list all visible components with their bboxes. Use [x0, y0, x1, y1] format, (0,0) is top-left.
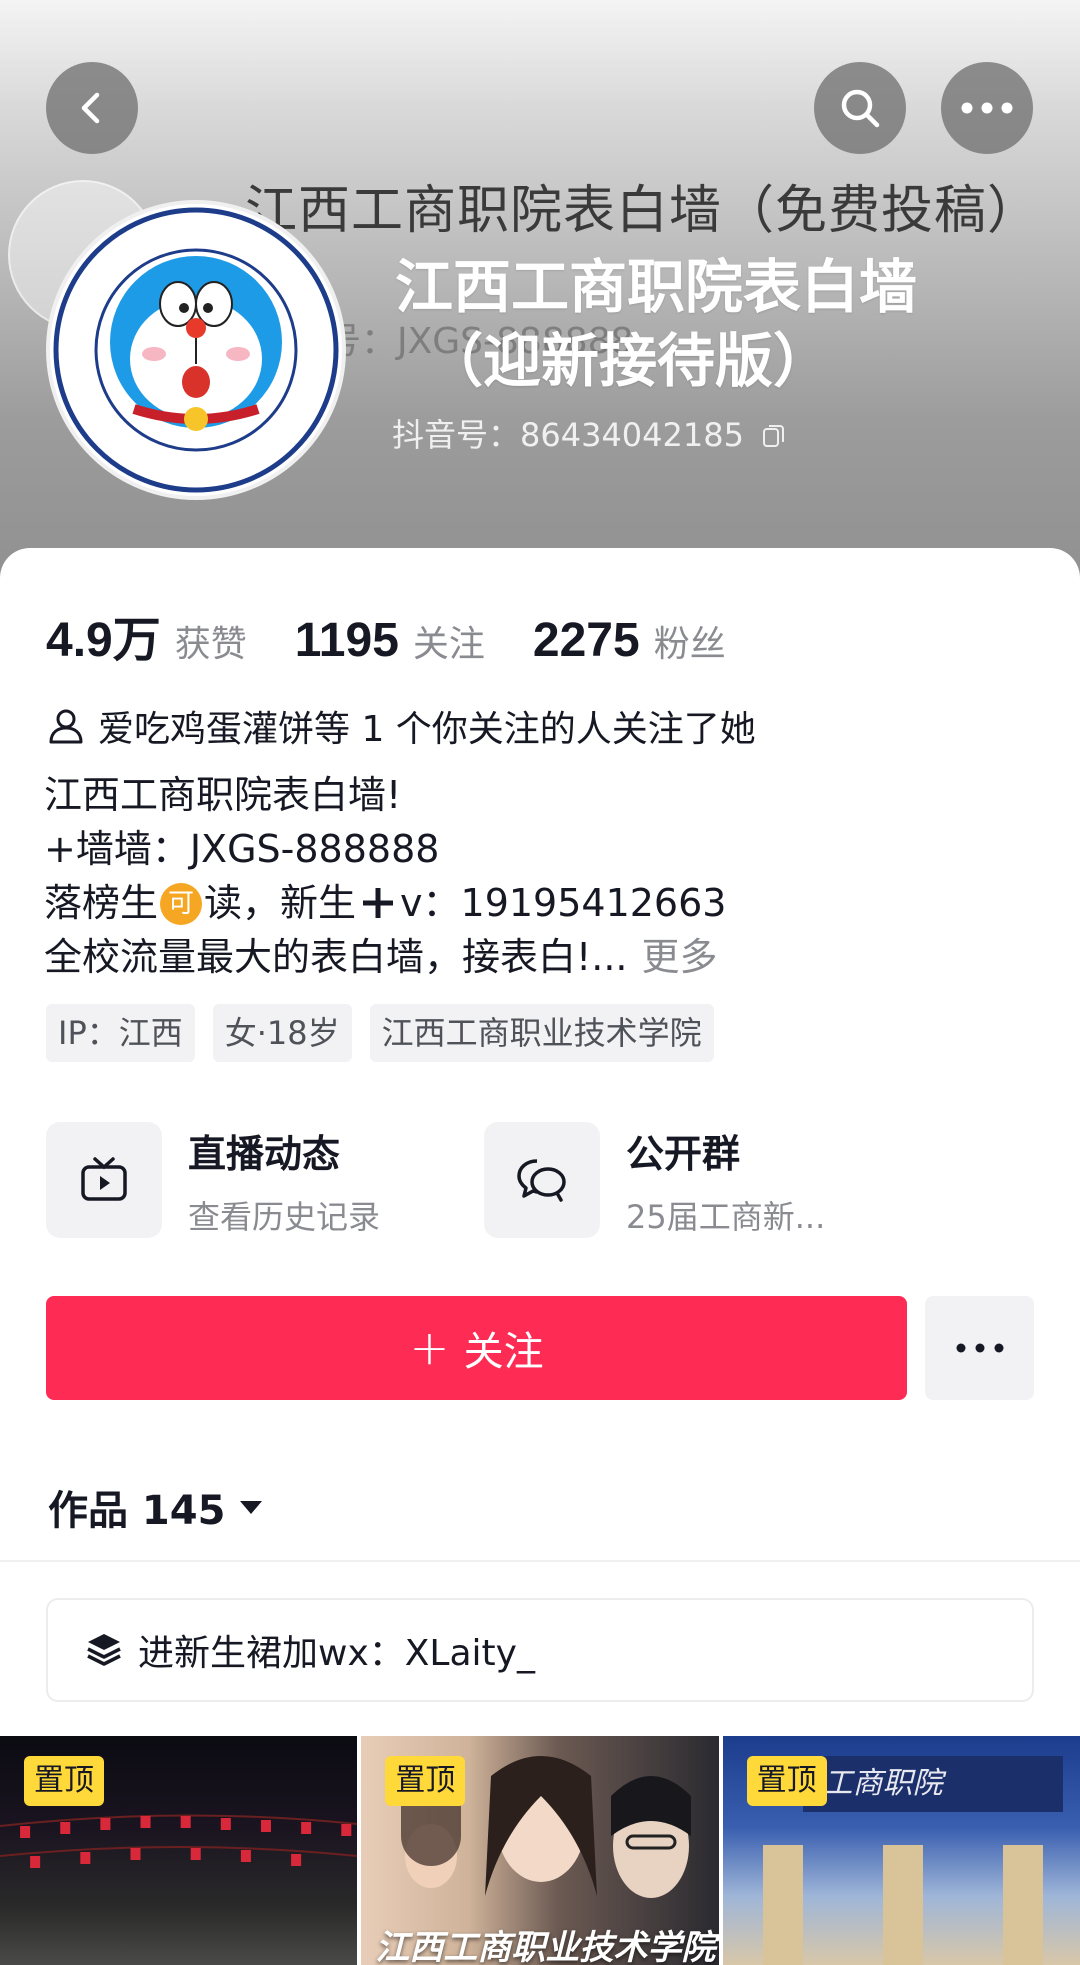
bio-line-3-c: v：19195412663 [400, 881, 727, 925]
pinned-badge: 置顶 [385, 1756, 466, 1806]
likes-label: 获赞 [174, 624, 247, 665]
tv-icon [81, 1157, 127, 1201]
layers-icon [87, 1634, 121, 1666]
douyin-id-text: 抖音号：86434042185 [392, 416, 744, 454]
mutual-follow-text: 爱吃鸡蛋灌饼等 1 个你关注的人关注了她 [98, 709, 756, 750]
cover-ghost-title: 江西工商职院表白墙（免费投稿） [245, 181, 1041, 241]
public-group-entry[interactable]: 公开群 25届工商新... [484, 1122, 825, 1238]
following-count[interactable]: 1195 [295, 613, 399, 668]
caret-down-icon [240, 1501, 263, 1514]
avatar[interactable] [46, 200, 346, 500]
more-options-button[interactable] [941, 62, 1033, 154]
profile-name-line2: （迎新接待版） [425, 327, 832, 395]
video-caption: 江西工商职业技术学院 [375, 1928, 716, 1965]
mutual-follow-row[interactable]: 爱吃鸡蛋灌饼等 1 个你关注的人关注了她 [46, 700, 756, 752]
search-button[interactable] [814, 62, 906, 154]
live-entry-subtitle: 查看历史记录 [188, 1197, 381, 1236]
bio[interactable]: 江西工商职院表白墙! +墙墙：JXGS-888888 落榜生可读，新生 v：191… [44, 768, 726, 984]
video-grid: 置顶 置顶 江西工商职业技术学院 工商职院 置顶 [0, 1736, 1080, 1965]
likes-count: 4.9万 [46, 614, 161, 667]
follow-more-button[interactable] [925, 1296, 1034, 1400]
bio-line-3-b: 读，新生 [204, 881, 357, 925]
profile-card: 4.9万 获赞 1195 关注 2275 粉丝 爱吃鸡蛋灌饼等 1 个你关注的人… [0, 548, 1080, 1965]
gate-pillar [882, 1845, 923, 1965]
pinned-badge: 置顶 [746, 1756, 827, 1806]
pinned-notice-text: 进新生裙加wx：XLaity_ [138, 1633, 535, 1674]
group-entry-subtitle: 25届工商新... [626, 1197, 826, 1236]
follow-button[interactable]: + 关注 [46, 1296, 907, 1400]
gate-pillar [762, 1845, 803, 1965]
following-label[interactable]: 关注 [413, 615, 485, 667]
profile-name: 江西工商职院表白墙 （迎新接待版） [395, 250, 995, 398]
avatar-logo-image [53, 207, 339, 493]
follow-plus-icon: + [409, 1320, 450, 1376]
gate-pillar [1002, 1845, 1043, 1965]
lanterns-image [0, 1814, 358, 1868]
tab-works[interactable]: 作品 145 [48, 1478, 263, 1536]
plus-emoji-icon [363, 888, 394, 918]
bio-line-4-text: 全校流量最大的表白墙，接表白!... [44, 935, 628, 979]
bio-line-2: +墙墙：JXGS-888888 [44, 827, 440, 871]
bio-line-3-a: 落榜生 [44, 881, 159, 925]
tv-icon-box [46, 1122, 162, 1238]
back-button[interactable] [46, 62, 138, 154]
more-dots-icon [961, 102, 1013, 114]
bio-line-3: 落榜生可读，新生 v：19195412663 [44, 876, 726, 930]
chat-icon-box [484, 1122, 600, 1238]
emoji-badge: 可 [160, 883, 203, 925]
douyin-id[interactable]: 抖音号：86434042185 [392, 410, 786, 456]
divider [0, 1560, 1080, 1562]
more-dots-icon [956, 1343, 1003, 1353]
follow-button-label: 关注 [463, 1329, 544, 1375]
search-icon [841, 89, 880, 128]
profile-tags: IP：江西 女·18岁 江西工商职业技术学院 [46, 1004, 714, 1062]
copy-icon[interactable] [762, 423, 786, 449]
works-tab-label: 作品 145 [48, 1488, 226, 1534]
video-thumbnail[interactable]: 工商职院 置顶 [722, 1736, 1080, 1965]
live-history-entry[interactable]: 直播动态 查看历史记录 [46, 1122, 380, 1238]
bio-line-4: 全校流量最大的表白墙，接表白!... 更多 [44, 930, 726, 984]
chevron-left-icon [81, 92, 100, 124]
group-entry-title: 公开群 [626, 1131, 741, 1176]
video-thumbnail[interactable]: 置顶 [0, 1736, 358, 1965]
pinned-notice[interactable]: 进新生裙加wx：XLaity_ [46, 1598, 1034, 1702]
video-thumbnail[interactable]: 置顶 江西工商职业技术学院 [361, 1736, 719, 1965]
gate-sign: 工商职院 [802, 1756, 1063, 1812]
bio-line-1: 江西工商职院表白墙! [44, 773, 402, 817]
group-chat-icon [517, 1159, 566, 1202]
person-icon [49, 709, 83, 744]
tag-school[interactable]: 江西工商职业技术学院 [369, 1004, 714, 1062]
pinned-badge: 置顶 [24, 1756, 104, 1806]
profile-cover: 江西工商职院表白墙（免费投稿） 号：JXGS-888888 江西工商职院表白墙 … [0, 0, 1080, 600]
stats-row: 4.9万 获赞 1195 关注 2275 粉丝 [46, 600, 726, 670]
bio-more-link[interactable]: 更多 [641, 935, 717, 979]
tag-gender-age: 女·18岁 [212, 1004, 352, 1062]
followers-count[interactable]: 2275 [533, 613, 640, 668]
tag-ip: IP：江西 [46, 1004, 195, 1062]
live-entry-title: 直播动态 [188, 1131, 341, 1176]
followers-label[interactable]: 粉丝 [654, 615, 726, 667]
profile-name-line1: 江西工商职院表白墙 [395, 253, 918, 321]
